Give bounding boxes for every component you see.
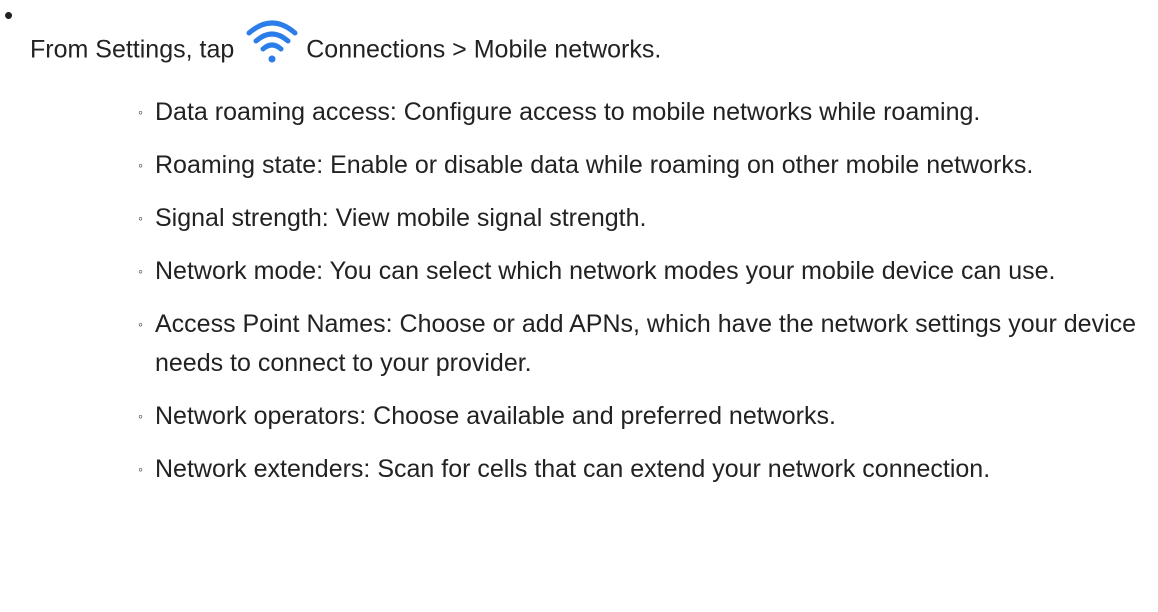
list-item-bullet: ◦ [138, 461, 143, 477]
list-item: ◦ Network extenders: Scan for cells that … [138, 450, 1148, 489]
intro-prefix: From Settings, tap [30, 35, 235, 64]
intro-suffix: Connections > Mobile networks. [306, 35, 662, 64]
list-item-text: Access Point Names: Choose or add APNs, … [155, 310, 1137, 377]
list-item-text: Network mode: You can select which netwo… [155, 257, 1056, 285]
list-item-bullet: ◦ [138, 210, 143, 226]
list-item: ◦ Network mode: You can select which netw… [138, 252, 1148, 291]
list-item: ◦ Network operators: Choose available and… [138, 397, 1148, 436]
mobile-networks-options-list: ◦ Data roaming access: Configure access t… [138, 93, 1148, 503]
list-item: ◦ Data roaming access: Configure access t… [138, 93, 1148, 132]
list-item-bullet: ◦ [138, 157, 143, 173]
list-item-bullet: ◦ [138, 263, 143, 279]
list-item: ◦ Access Point Names: Choose or add APNs,… [138, 305, 1148, 383]
list-bullet: • [4, 0, 14, 30]
list-item-text: Signal strength: View mobile signal stre… [155, 204, 647, 232]
list-item-text: Network extenders: Scan for cells that c… [155, 455, 991, 483]
intro-instruction: From Settings, tap Connections > Mobile … [30, 18, 1130, 78]
list-item-bullet: ◦ [138, 408, 143, 424]
wifi-icon [244, 11, 300, 67]
list-item-bullet: ◦ [138, 316, 143, 332]
list-item-text: Network operators: Choose available and … [155, 402, 836, 430]
list-item-text: Roaming state: Enable or disable data wh… [155, 151, 1034, 179]
list-item-text: Data roaming access: Configure access to… [155, 98, 981, 126]
list-item-bullet: ◦ [138, 104, 143, 120]
list-item: ◦ Signal strength: View mobile signal str… [138, 199, 1148, 238]
list-item: ◦ Roaming state: Enable or disable data w… [138, 146, 1148, 185]
